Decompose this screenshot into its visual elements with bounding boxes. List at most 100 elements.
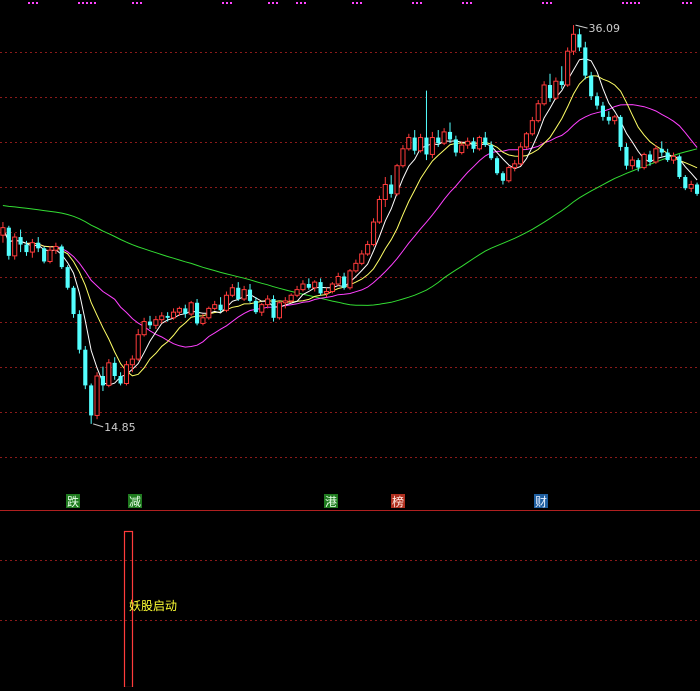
candle-body-down [218,304,223,311]
candle-body-up [29,242,35,253]
top-dot [420,2,422,4]
candle-body-down [677,156,682,177]
candle-body-up [365,244,371,255]
candle-body-down [36,242,41,249]
candle-body-up [688,183,694,189]
candle-body-down [236,287,241,300]
candle-body-down [577,34,582,48]
candle-body-down [112,362,117,376]
top-dot [136,2,138,4]
candle-body-up [153,319,159,326]
candle-body-down [665,152,670,161]
candle-body-up [229,287,235,296]
candle-body-up [653,148,659,163]
candle-body-down [165,315,170,318]
candle-body-up [670,155,677,161]
candle-body-up [276,302,282,319]
candle-body-up [612,116,618,122]
candle-body-down [436,137,441,144]
top-dot [550,2,552,4]
candle-body-up [159,315,165,321]
top-dot [634,2,636,4]
candle-body-down [318,282,323,294]
candle-body-up [0,227,6,236]
candle-body-down [42,248,47,262]
candle-body-down [18,237,23,245]
candle-body-up [376,199,382,223]
candle-body-up [429,137,435,155]
candle-body-up [541,84,547,105]
candle-body-down [306,284,311,288]
candle-body-down [559,81,564,85]
top-dot [226,2,228,4]
candle-body-down [247,289,253,301]
top-dot [276,2,278,4]
top-dot [304,2,306,4]
candle-body-down [683,176,688,189]
top-dot [360,2,362,4]
top-dot [268,2,270,4]
candle-body-up [282,300,288,304]
top-dot [412,2,414,4]
candle-body-down [342,276,347,288]
candle-body-down [624,146,629,166]
top-dot [132,2,134,4]
candle-body-up [553,80,559,99]
candle-body-down [618,116,623,147]
max-price-label: 36.09 [589,22,621,35]
min-price-leader [93,423,104,428]
candle-body-down [6,227,11,256]
top-dot [622,2,624,4]
top-dot [352,2,354,4]
candle-body-up [400,148,406,167]
candle-body-up [94,375,100,416]
top-dot [470,2,472,4]
candle-body-down [695,184,700,194]
top-dot [416,2,418,4]
event-marker-label: 财 [535,495,547,509]
candle-body-up [212,304,218,309]
candle-body-down [412,137,417,151]
candle-body-down [77,314,82,350]
min-price-label: 14.85 [104,421,136,434]
candle-body-up [300,283,306,291]
candle-body-up [370,221,377,246]
candle-body-down [647,154,653,162]
candle-body-up [200,317,206,324]
candle-body-down [595,96,600,106]
candle-body-up [259,304,265,313]
candle-body-down [89,385,94,416]
candle-body-up [294,289,300,296]
top-dot [78,2,80,4]
event-marker-label: 减 [129,495,141,509]
candle-body-up [188,302,194,315]
top-marker-dots [28,2,692,4]
price-labels: 36.09 14.85 [93,22,620,434]
candle-body-up [418,137,424,152]
candle-body-down [83,349,88,386]
top-dot [140,2,142,4]
candle-body-up [141,321,147,336]
top-dot [466,2,468,4]
top-dot [94,2,96,4]
max-price-leader [575,24,588,29]
candle-body-up [441,131,447,144]
candle-body-down [547,84,553,99]
top-dot [546,2,548,4]
candle-body-down [195,302,200,324]
top-dot [542,2,544,4]
candle-body-up [12,236,18,257]
top-dot [90,2,92,4]
candle-body-down [636,160,641,168]
candle-body-up [529,120,535,135]
candle-body-up [170,311,177,319]
candle-body-down [24,244,29,253]
top-dot [82,2,84,4]
candle-body-down [100,376,105,386]
candle-body-up [512,163,518,169]
candle-body-down [389,184,394,194]
candle-body-down [583,47,588,76]
candle-body-up [312,281,318,289]
top-dot [690,2,692,4]
signal-label: 妖股启动 [129,599,177,613]
